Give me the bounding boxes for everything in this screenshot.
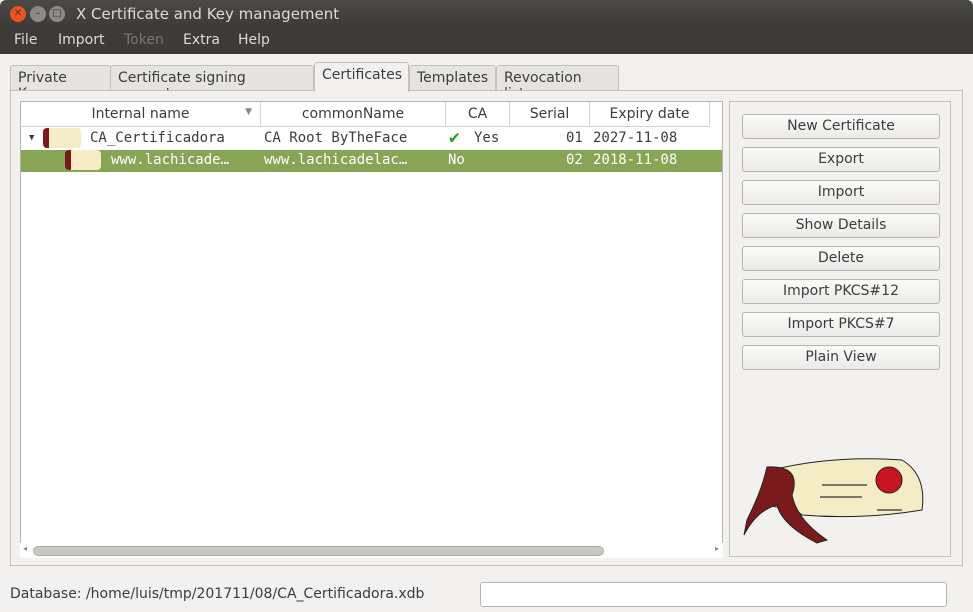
internal-name: www.lachicade… xyxy=(111,152,230,168)
certificate-icon xyxy=(65,150,101,170)
menu-help[interactable]: Help xyxy=(238,32,270,48)
status-input[interactable] xyxy=(480,582,947,607)
scroll-left-icon[interactable]: ◂ xyxy=(23,544,27,553)
menu-token: Token xyxy=(124,32,164,48)
ca-value: No xyxy=(448,152,465,168)
new-certificate-button[interactable]: New Certificate xyxy=(742,114,940,139)
title-bar: ✕ – □ X Certificate and Key management xyxy=(0,0,973,28)
xca-logo xyxy=(743,458,924,544)
certificate-tree[interactable]: Internal name ▼ commonName CA Serial Expi… xyxy=(20,101,723,558)
common-name: www.lachicadelac… xyxy=(264,152,408,168)
delete-button[interactable]: Delete xyxy=(742,246,940,271)
menu-file[interactable]: File xyxy=(14,32,37,48)
database-status: Database: /home/luis/tmp/201711/08/CA_Ce… xyxy=(10,586,425,602)
serial: 02 xyxy=(566,152,583,168)
close-button[interactable]: ✕ xyxy=(10,6,26,22)
show-details-button[interactable]: Show Details xyxy=(742,213,940,238)
serial: 01 xyxy=(566,130,583,146)
tab-templates[interactable]: Templates xyxy=(409,65,496,91)
sort-arrow-icon: ▼ xyxy=(245,107,252,117)
column-common-name[interactable]: commonName xyxy=(261,102,446,127)
tab-certificates[interactable]: Certificates xyxy=(314,62,409,92)
export-button[interactable]: Export xyxy=(742,147,940,172)
column-label: Internal name xyxy=(91,106,190,122)
menu-import[interactable]: Import xyxy=(58,32,104,48)
expiry-date: 2018-11-08 xyxy=(593,152,678,168)
column-ca[interactable]: CA xyxy=(446,102,510,127)
column-expiry[interactable]: Expiry date xyxy=(590,102,710,127)
minimize-button[interactable]: – xyxy=(30,6,46,22)
expand-arrow-icon[interactable]: ▼ xyxy=(29,133,34,143)
checkmark-icon: ✔ xyxy=(449,127,460,148)
menu-bar: File Import Token Extra Help xyxy=(0,28,973,54)
plain-view-button[interactable]: Plain View xyxy=(742,345,940,370)
certificate-icon xyxy=(43,128,81,148)
horizontal-scrollbar[interactable]: ◂ ▸ xyxy=(20,543,723,558)
maximize-button[interactable]: □ xyxy=(49,6,65,22)
tab-revocation-lists[interactable]: Revocation lists xyxy=(496,65,619,102)
menu-extra[interactable]: Extra xyxy=(183,32,220,48)
table-row[interactable]: www.lachicade… www.lachicadelac… No 02 2… xyxy=(21,150,722,172)
column-serial[interactable]: Serial xyxy=(510,102,590,127)
table-row[interactable]: ▼ CA_Certificadora CA Root ByTheFace ✔ Y… xyxy=(21,127,722,150)
import-pkcs12-button[interactable]: Import PKCS#12 xyxy=(742,279,940,304)
common-name: CA Root ByTheFace xyxy=(264,130,408,146)
ca-value: Yes xyxy=(474,130,500,146)
tab-private-keys[interactable]: Private Keys xyxy=(10,65,111,102)
window-title: X Certificate and Key management xyxy=(76,5,340,23)
scrollbar-thumb[interactable] xyxy=(33,546,604,556)
import-pkcs7-button[interactable]: Import PKCS#7 xyxy=(742,312,940,337)
internal-name: CA_Certificadora xyxy=(90,130,225,146)
column-internal-name[interactable]: Internal name ▼ xyxy=(21,102,261,127)
import-button[interactable]: Import xyxy=(742,180,940,205)
expiry-date: 2027-11-08 xyxy=(593,130,678,146)
tab-csr[interactable]: Certificate signing requests xyxy=(110,65,314,102)
scroll-right-icon[interactable]: ▸ xyxy=(715,544,719,553)
